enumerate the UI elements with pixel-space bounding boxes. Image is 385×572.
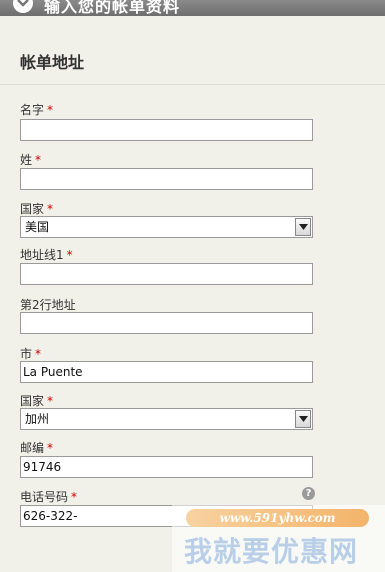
country-select[interactable]: 美国 <box>20 216 313 238</box>
country-value: 美国 <box>25 220 50 234</box>
city-label: 市 * <box>20 347 42 361</box>
state-label: 国家 * <box>20 394 54 408</box>
country-label: 国家 * <box>20 202 54 216</box>
required-marker: * <box>47 103 54 117</box>
section-header[interactable]: 输入您的帐单资料 <box>0 0 385 16</box>
state-value: 加州 <box>25 412 50 426</box>
required-marker: * <box>35 153 42 167</box>
phone-label: 电话号码 * <box>20 490 78 504</box>
help-icon[interactable]: ? <box>302 487 315 500</box>
last-name-label: 姓 * <box>20 153 42 167</box>
chevron-down-icon[interactable] <box>13 0 33 13</box>
last-name-input[interactable] <box>20 168 313 190</box>
zip-input[interactable]: 91746 <box>20 456 313 478</box>
zip-label: 邮编 * <box>20 441 54 455</box>
required-marker: * <box>71 490 78 504</box>
header-title: 输入您的帐单资料 <box>44 0 181 16</box>
required-marker: * <box>35 347 42 361</box>
required-marker: * <box>47 202 54 216</box>
section-title: 帐单地址 <box>20 53 85 72</box>
address1-label: 地址线1 * <box>20 248 73 262</box>
dropdown-arrow-icon[interactable] <box>295 218 311 236</box>
state-select[interactable]: 加州 <box>20 408 313 430</box>
required-marker: * <box>66 248 73 262</box>
required-marker: * <box>47 441 54 455</box>
first-name-input[interactable] <box>20 119 313 141</box>
address2-label: 第2行地址 <box>20 298 76 312</box>
address2-input[interactable] <box>20 312 313 334</box>
first-name-label: 名字 * <box>20 103 54 117</box>
address1-input[interactable] <box>20 263 313 285</box>
city-input[interactable]: La Puente <box>20 361 313 383</box>
watermark-url: www.591yhw.com <box>186 509 369 527</box>
watermark-text: 我就要优惠网 <box>184 535 359 568</box>
divider <box>0 84 385 85</box>
required-marker: * <box>47 394 54 408</box>
dropdown-arrow-icon[interactable] <box>295 410 311 428</box>
